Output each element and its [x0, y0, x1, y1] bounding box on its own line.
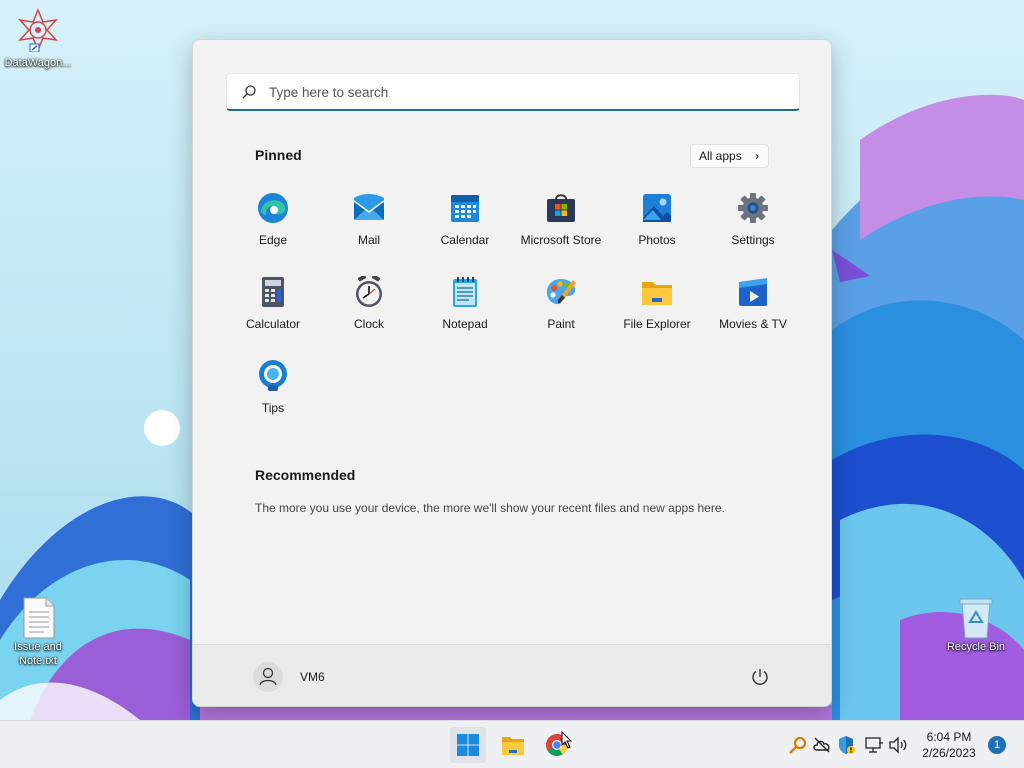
pinned-app-notepad[interactable]: Notepad [417, 272, 513, 356]
user-avatar [253, 662, 283, 692]
app-label: Clock [353, 317, 384, 331]
all-apps-label: All apps [699, 149, 742, 163]
recycle-bin-icon [956, 596, 996, 639]
start-search-box[interactable] [226, 73, 800, 111]
calculator-icon [257, 276, 289, 308]
notification-badge[interactable]: 1 [988, 736, 1006, 754]
desktop-icon-issue-note[interactable]: Issue and Note.txt [0, 596, 76, 668]
folder-icon [502, 737, 524, 755]
pinned-app-clock[interactable]: Clock [321, 272, 417, 356]
network-icon[interactable] [864, 735, 884, 755]
app-label: Microsoft Store [520, 233, 602, 247]
user-icon [259, 667, 277, 686]
photos-icon [641, 192, 673, 224]
app-label: Notepad [442, 317, 488, 331]
taskbar-chrome[interactable] [539, 727, 575, 763]
pinned-app-photos[interactable]: Photos [609, 188, 705, 272]
paint-palette-icon [545, 276, 577, 308]
app-label: Movies & TV [719, 317, 787, 331]
pinned-app-movies-tv[interactable]: Movies & TV [705, 272, 801, 356]
app-label: Photos [638, 233, 676, 247]
taskbar-file-explorer[interactable] [495, 727, 531, 763]
user-name: VM6 [300, 670, 325, 684]
taskbar-clock-date[interactable]: 2/26/2023 [916, 746, 982, 760]
app-label: Paint [547, 317, 575, 331]
desktop-icon-label: Recycle Bin [946, 641, 1006, 653]
app-label: File Explorer [623, 317, 691, 331]
mouse-cursor-icon [561, 731, 573, 749]
mail-icon [353, 192, 385, 224]
app-label: Tips [261, 401, 285, 415]
chevron-right-icon: › [755, 149, 759, 163]
pinned-apps-grid: Edge Mail Calendar Microsoft Store Photo… [225, 188, 801, 440]
pinned-app-tips[interactable]: Tips [225, 356, 321, 440]
taskbar: 6:04 PM 2/26/2023 1 [0, 720, 1024, 768]
clock-icon [353, 274, 385, 308]
app-label: Edge [258, 233, 288, 247]
calendar-icon [449, 192, 481, 224]
gear-icon [737, 192, 769, 224]
volume-icon[interactable] [888, 735, 908, 755]
power-icon [752, 669, 768, 685]
desktop-icon-label: DataWagon... [4, 57, 72, 69]
text-file-icon [18, 596, 58, 639]
pinned-app-settings[interactable]: Settings [705, 188, 801, 272]
app-label: Calculator [245, 317, 301, 331]
pinned-app-microsoft-store[interactable]: Microsoft Store [513, 188, 609, 272]
pinned-app-paint[interactable]: Paint [513, 272, 609, 356]
pinned-app-file-explorer[interactable]: File Explorer [609, 272, 705, 356]
app-label: Calendar [440, 233, 490, 247]
lightbulb-icon [257, 360, 289, 392]
store-icon [545, 192, 577, 224]
cloud-offline-icon[interactable] [812, 735, 832, 755]
pinned-app-calculator[interactable]: Calculator [225, 272, 321, 356]
power-button[interactable] [748, 665, 772, 689]
recommended-empty-text: The more you use your device, the more w… [255, 501, 725, 515]
start-menu: Pinned All apps › Edge [192, 39, 832, 707]
pinned-app-mail[interactable]: Mail [321, 188, 417, 272]
notepad-icon [449, 276, 481, 308]
desktop-icon-recycle-bin[interactable]: Recycle Bin [938, 596, 1014, 654]
folder-icon [641, 276, 673, 308]
desktop-icon-label: Issue and Note.txt [14, 641, 62, 667]
user-account-button[interactable]: VM6 [253, 659, 373, 695]
start-menu-footer: VM6 [193, 644, 831, 706]
movies-play-icon [737, 276, 769, 308]
all-apps-button[interactable]: All apps › [690, 144, 769, 168]
windows-logo-icon [457, 734, 479, 756]
search-icon [242, 85, 256, 99]
pinned-section-title: Pinned [255, 147, 302, 163]
pinned-app-edge[interactable]: Edge [225, 188, 321, 272]
start-button[interactable] [450, 727, 486, 763]
search-key-tray-icon[interactable] [788, 735, 808, 755]
desktop-icon-datawagon[interactable]: DataWagon... [0, 8, 76, 70]
recommended-section-title: Recommended [255, 467, 356, 483]
taskbar-clock-time[interactable]: 6:04 PM [916, 730, 982, 744]
edge-icon [257, 192, 289, 224]
search-input[interactable] [269, 81, 789, 103]
security-shield-icon[interactable] [836, 735, 856, 755]
app-label: Mail [357, 233, 380, 247]
datawagon-app-icon [18, 8, 58, 52]
app-label: Settings [731, 233, 775, 247]
pinned-app-calendar[interactable]: Calendar [417, 188, 513, 272]
